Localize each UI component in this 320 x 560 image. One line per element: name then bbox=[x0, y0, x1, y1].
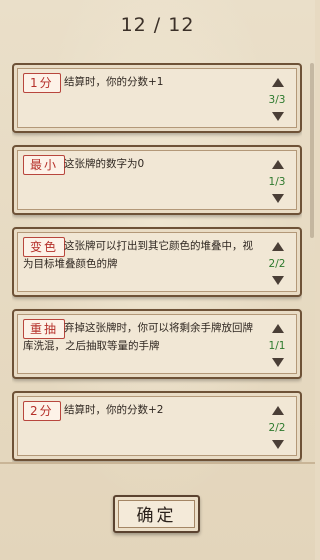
card-item: 1分 结算时，你的分数+1 3/3 bbox=[12, 63, 302, 133]
card-description: 弃掉这张牌时，你可以将剩余手牌放回牌库洗混，之后抽取等量的手牌 bbox=[23, 322, 253, 352]
increase-arrow-icon[interactable] bbox=[272, 160, 284, 169]
card-tag: 2分 bbox=[23, 401, 61, 421]
confirm-button[interactable]: 确定 bbox=[113, 495, 200, 533]
card-description: 结算时，你的分数+1 bbox=[64, 76, 164, 88]
decrease-arrow-icon[interactable] bbox=[272, 440, 284, 449]
card-tag: 1分 bbox=[23, 73, 61, 93]
card-item: 最小 这张牌的数字为0 1/3 bbox=[12, 145, 302, 215]
increase-arrow-icon[interactable] bbox=[272, 78, 284, 87]
card-description: 这张牌的数字为0 bbox=[64, 158, 145, 170]
card-count: 3/3 bbox=[268, 94, 286, 106]
decrease-arrow-icon[interactable] bbox=[272, 276, 284, 285]
card-item: 变色 这张牌可以打出到其它颜色的堆叠中，视为目标堆叠颜色的牌 2/2 bbox=[12, 227, 302, 297]
decrease-arrow-icon[interactable] bbox=[272, 112, 284, 121]
divider bbox=[0, 462, 315, 464]
card-description: 这张牌可以打出到其它颜色的堆叠中，视为目标堆叠颜色的牌 bbox=[23, 240, 253, 270]
scrollbar-thumb[interactable] bbox=[310, 63, 314, 238]
card-count: 1/3 bbox=[268, 176, 286, 188]
card-item: 2分 结算时，你的分数+2 2/2 bbox=[12, 391, 302, 461]
increase-arrow-icon[interactable] bbox=[272, 324, 284, 333]
scrollbar[interactable] bbox=[310, 63, 314, 463]
card-item: 重抽 弃掉这张牌时，你可以将剩余手牌放回牌库洗混，之后抽取等量的手牌 1/1 bbox=[12, 309, 302, 379]
card-description: 结算时，你的分数+2 bbox=[64, 404, 164, 416]
decrease-arrow-icon[interactable] bbox=[272, 358, 284, 367]
decrease-arrow-icon[interactable] bbox=[272, 194, 284, 203]
page-counter: 12 / 12 bbox=[120, 14, 195, 36]
card-list[interactable]: 1分 结算时，你的分数+1 3/3 最小 这张牌的数字为0 1/3 变色 这张牌… bbox=[12, 63, 302, 463]
card-count: 2/2 bbox=[268, 258, 286, 270]
card-count: 2/2 bbox=[268, 422, 286, 434]
increase-arrow-icon[interactable] bbox=[272, 406, 284, 415]
card-tag: 最小 bbox=[23, 155, 66, 175]
increase-arrow-icon[interactable] bbox=[272, 242, 284, 251]
card-count: 1/1 bbox=[268, 340, 286, 352]
